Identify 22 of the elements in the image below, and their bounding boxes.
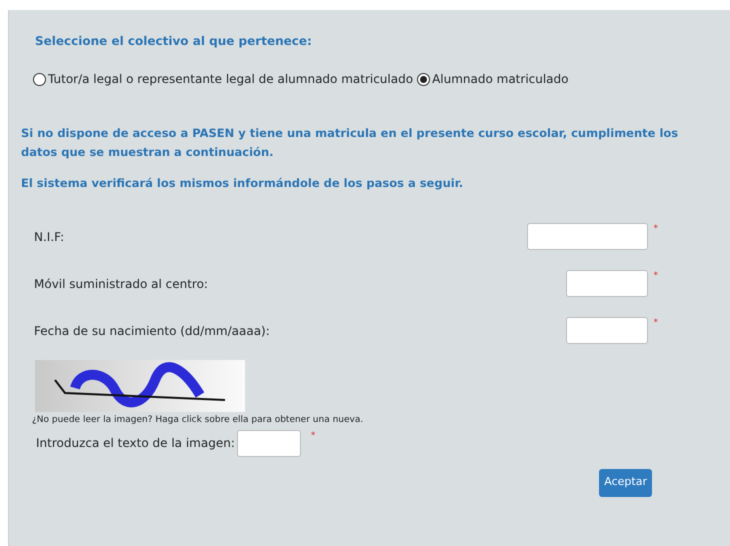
radio-button[interactable] (33, 72, 46, 86)
input-field[interactable] (566, 317, 648, 344)
captcha-image[interactable] (35, 360, 245, 412)
info-text: El sistema verificará los mismos informándole de los pasos a seguir. (21, 175, 464, 192)
required-mark: * (654, 270, 658, 282)
field-label: Móvil suministrado al centro: (34, 276, 208, 292)
field-label: Fecha de su nacimiento (dd/mm/aaaa): (34, 322, 270, 340)
required-mark: * (654, 317, 658, 329)
radio-label: Alumnado matriculado (432, 71, 568, 88)
field-label: Introduzca el texto de la imagen: (36, 435, 235, 452)
input-field[interactable] (566, 270, 648, 297)
section-heading: Seleccione el colectivo al que pertenece: (34, 33, 313, 50)
required-mark: * (654, 223, 658, 235)
captcha-hint: ¿No puede leer la imagen? Haga click sobre ella para obtener una nueva. (32, 414, 364, 427)
input-field[interactable] (236, 430, 301, 456)
input-field[interactable] (526, 223, 648, 250)
accept-button[interactable]: Aceptar (599, 468, 652, 496)
radio-label: Tutor/a legal o representante legal de alumnado matriculado (48, 71, 414, 88)
radio-button[interactable] (417, 72, 430, 86)
field-label: N.I.F: (34, 228, 64, 246)
required-mark: * (310, 430, 316, 442)
info-text: Si no dispone de acceso a PASEN y tiene una matricula en el presente curso escolar, cumplimente los datos que se muestran a continuación. (21, 125, 680, 161)
